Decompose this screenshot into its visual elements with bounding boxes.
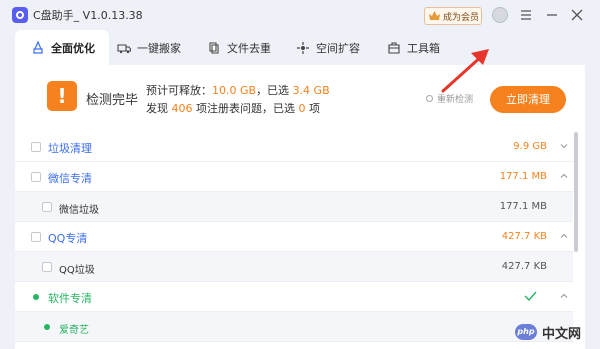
broom-icon xyxy=(33,40,43,54)
list-item-iqiyi[interactable]: 爱奇艺 xyxy=(15,312,573,342)
list-group-software[interactable]: 软件专清 xyxy=(15,282,573,312)
release-size: 10.0 GB xyxy=(212,84,257,97)
issue-count: 406 xyxy=(171,102,193,115)
refresh-icon xyxy=(426,95,433,102)
chevron-up-icon[interactable] xyxy=(559,291,569,301)
tab-dedupe-files[interactable]: 文件去重 xyxy=(207,30,271,65)
tab-one-click-move[interactable]: 一键搬家 xyxy=(117,30,181,65)
scrollbar[interactable] xyxy=(574,132,578,252)
list-group-trash[interactable]: 垃圾清理 9.9 GB xyxy=(15,132,573,162)
checkbox[interactable] xyxy=(31,232,41,242)
toolbox-icon xyxy=(388,41,400,54)
checkbox[interactable] xyxy=(31,142,41,152)
registry-summary: 发现 406 项注册表问题，已选 0 项 xyxy=(146,102,320,115)
list-item-qq-trash[interactable]: QQ垃圾 427.7 KB xyxy=(15,252,573,282)
annotation-arrow-icon xyxy=(441,49,489,93)
release-summary: 预计可释放：10.0 GB，已选 3.4 GB xyxy=(146,84,330,97)
chevron-down-icon[interactable] xyxy=(559,141,569,151)
watermark-logo: php xyxy=(515,324,537,340)
checkbox[interactable] xyxy=(31,172,41,182)
list-group-wechat[interactable]: 微信专清 177.1 MB xyxy=(15,162,573,192)
chevron-up-icon[interactable] xyxy=(559,231,569,241)
warning-icon: ! xyxy=(47,81,77,111)
main-tabs: 全面优化 一键搬家 文件去重 空间扩容 工具箱 xyxy=(0,30,600,65)
tab-full-optimize[interactable]: 全面优化 xyxy=(15,30,109,65)
crown-icon xyxy=(429,11,440,20)
truck-icon xyxy=(117,43,131,53)
files-icon xyxy=(209,41,219,54)
optimize-panel: ! 检测完毕 预计可释放：10.0 GB，已选 3.4 GB 发现 406 项注… xyxy=(15,65,585,349)
window-title: C盘助手_ V1.0.13.38 xyxy=(33,9,143,22)
app-logo-icon xyxy=(12,7,28,23)
close-icon[interactable] xyxy=(568,6,586,24)
chevron-up-icon[interactable] xyxy=(559,171,569,181)
status-dot xyxy=(44,324,50,330)
checkbox[interactable] xyxy=(42,262,52,272)
title-bar: C盘助手_ V1.0.13.38 成为会员 xyxy=(0,0,600,30)
vip-label: 成为会员 xyxy=(443,13,480,23)
watermark: php 中文网 xyxy=(515,322,595,344)
checkbox[interactable] xyxy=(42,202,52,212)
list-group-qq[interactable]: QQ专清 427.7 KB xyxy=(15,222,573,252)
become-vip-button[interactable]: 成为会员 xyxy=(424,7,482,25)
expand-icon xyxy=(297,41,309,54)
menu-icon[interactable] xyxy=(517,6,535,24)
checkmark-icon xyxy=(524,291,537,302)
tab-label: 一键搬家 xyxy=(137,41,181,55)
status-dot xyxy=(33,294,39,300)
tab-expand-space[interactable]: 空间扩容 xyxy=(296,30,360,65)
avatar[interactable] xyxy=(492,7,508,23)
watermark-text: 中文网 xyxy=(542,327,582,342)
selected-count: 0 xyxy=(298,102,306,115)
tab-label: 文件去重 xyxy=(227,41,271,55)
tab-label: 空间扩容 xyxy=(316,41,360,55)
selected-size: 3.4 GB xyxy=(292,84,330,97)
minimize-icon[interactable] xyxy=(543,6,561,24)
tab-label: 全面优化 xyxy=(51,41,95,55)
list-item-wechat-trash[interactable]: 微信垃圾 177.1 MB xyxy=(15,192,573,222)
scan-status: 检测完毕 xyxy=(86,93,139,108)
